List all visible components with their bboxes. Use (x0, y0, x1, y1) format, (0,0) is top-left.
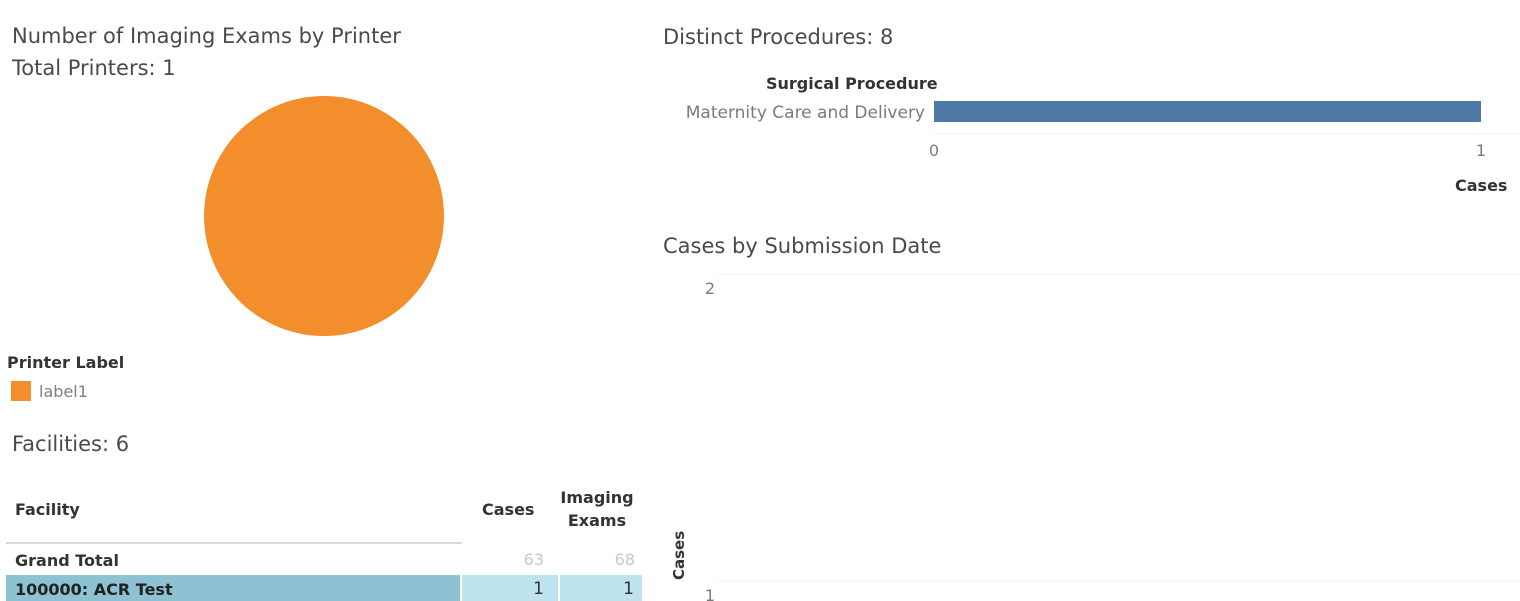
col-header-facility[interactable]: Facility (15, 500, 80, 519)
col-header-imaging-exams[interactable]: Imaging Exams (556, 486, 638, 532)
grand-total-cases: 63 (523, 550, 544, 569)
y-tick-label: 1 (705, 586, 715, 601)
table-row[interactable]: 100000: ACR Test 1 1 (6, 575, 642, 601)
grand-total-exams: 68 (614, 550, 635, 569)
bar-x-tick: 1 (1476, 141, 1486, 160)
legend-swatch (11, 381, 31, 401)
procedures-bar-chart: Maternity Care and Delivery0 1 (686, 101, 1520, 160)
col-header-imaging-exams-line1: Imaging (560, 488, 634, 507)
procedures-x-axis-label: Cases (1455, 176, 1508, 195)
row-cases-value: 1 (533, 579, 544, 599)
col-header-cases[interactable]: Cases (482, 500, 534, 519)
bar-category-label: Maternity Care and Delivery (686, 103, 925, 123)
pie-slice-label1[interactable] (204, 96, 444, 336)
grand-total-label: Grand Total (15, 551, 119, 570)
y-tick-label: 2 (705, 279, 715, 298)
timeline-chart: 12 (705, 273, 1520, 601)
table-header-divider (6, 542, 462, 544)
timeline-y-axis-label: Cases (670, 530, 688, 580)
row-exams-value: 1 (623, 579, 634, 599)
pie-legend-item[interactable]: label1 (11, 381, 88, 401)
legend-label: label1 (39, 381, 88, 401)
pie-legend-title: Printer Label (7, 353, 125, 372)
bar-maternity-care-and-delivery[interactable] (934, 101, 1481, 122)
timeline-title: Cases by Submission Date (663, 234, 942, 258)
procedures-title: Distinct Procedures: 8 (663, 25, 894, 49)
pie-chart (204, 96, 444, 336)
col-header-imaging-exams-line2: Exams (567, 511, 627, 530)
row-facility-name: 100000: ACR Test (15, 580, 173, 599)
bar-x-tick: 0 (929, 141, 939, 160)
facilities-title: Facilities: 6 (12, 432, 130, 456)
